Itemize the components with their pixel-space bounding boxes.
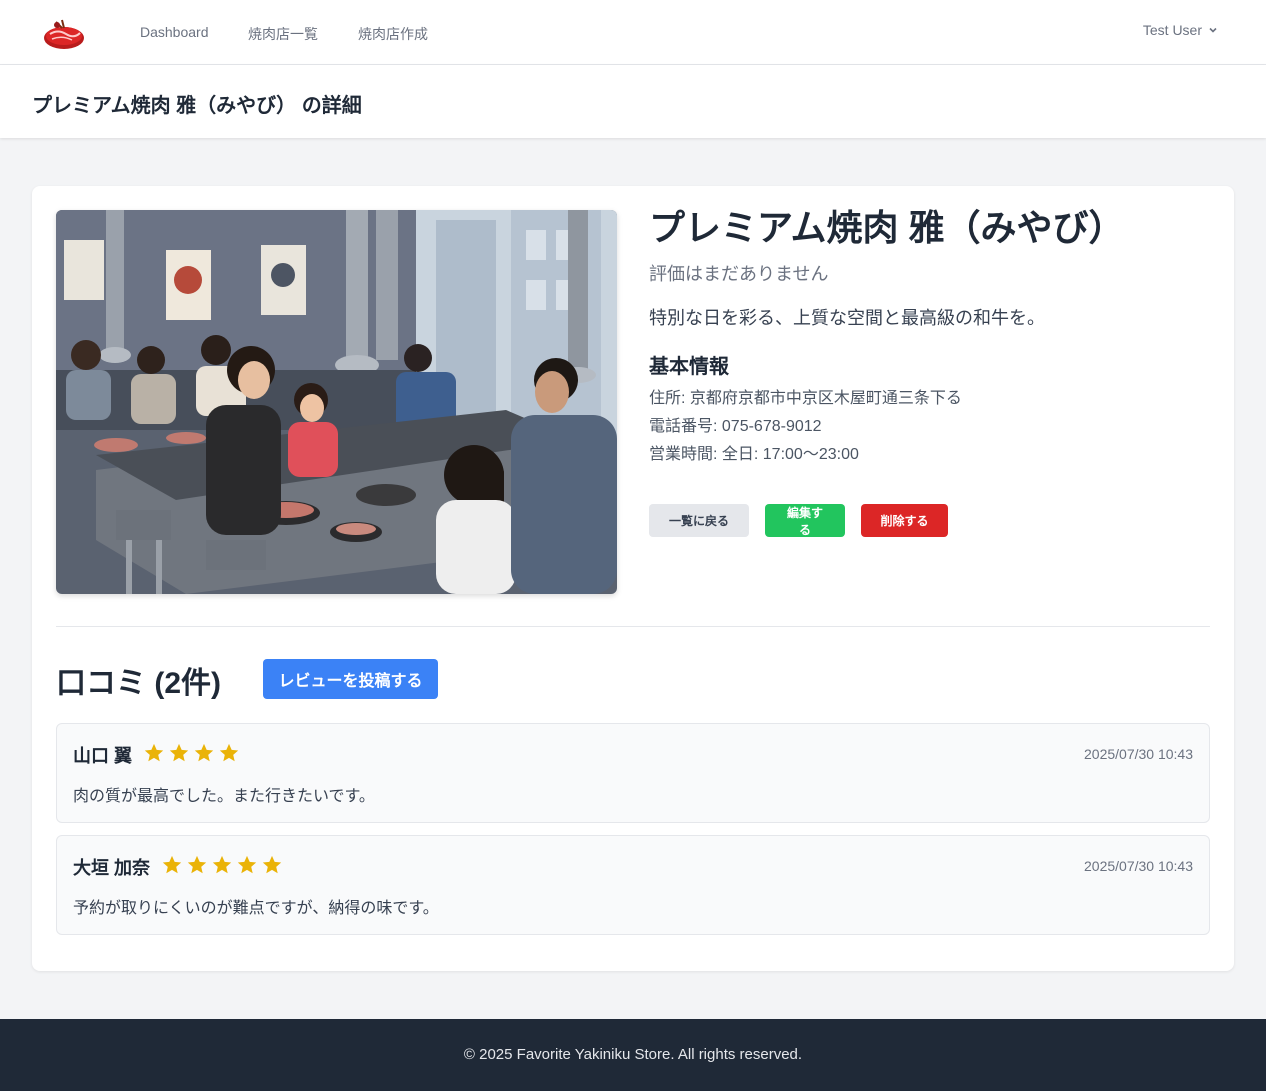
review-card: 大垣 加奈 2025/07/30 10:43 予約が取りにくいのが難点ですが、納… (56, 835, 1210, 935)
top-navigation: Dashboard 焼肉店一覧 焼肉店作成 Test User (0, 0, 1266, 65)
star-icon (162, 855, 182, 874)
star-icon (219, 743, 239, 762)
user-name: Test User (1142, 22, 1202, 38)
review-date: 2025/07/30 10:43 (1084, 858, 1193, 874)
star-icon (262, 855, 282, 874)
reviews-heading: 口コミ (2件) (56, 667, 221, 700)
delete-button[interactable]: 削除する (861, 504, 948, 537)
store-detail-card: プレミアム焼肉 雅（みやび） 評価はまだありません 特別な日を彩る、上質な空間と… (32, 186, 1234, 971)
back-to-list-button[interactable]: 一覧に戻る (649, 504, 749, 537)
reviewer-name: 山口 翼 (73, 746, 133, 766)
edit-button[interactable]: 編集する (765, 504, 845, 537)
star-rating (143, 742, 240, 764)
star-icon (194, 743, 214, 762)
store-hours: 営業時間: 全日: 17:00〜23:00 (649, 446, 859, 463)
store-info: プレミアム焼肉 雅（みやび） 評価はまだありません 特別な日を彩る、上質な空間と… (649, 206, 1209, 469)
review-date: 2025/07/30 10:43 (1084, 746, 1193, 762)
nav-link-store-list[interactable]: 焼肉店一覧 (248, 24, 318, 44)
nav-link-store-create[interactable]: 焼肉店作成 (358, 24, 428, 44)
meat-logo-icon[interactable] (42, 14, 86, 52)
star-icon (237, 855, 257, 874)
star-icon (212, 855, 232, 874)
reviewer-name: 大垣 加奈 (73, 858, 151, 878)
section-divider (56, 626, 1210, 627)
chevron-down-icon (1209, 27, 1217, 33)
store-address: 住所: 京都府京都市中京区木屋町通三条下る (649, 390, 962, 407)
store-photo (56, 210, 617, 594)
store-description: 特別な日を彩る、上質な空間と最高級の和牛を。 (649, 308, 1045, 328)
footer: © 2025 Favorite Yakiniku Store. All righ… (0, 1019, 1266, 1091)
footer-copyright: © 2025 Favorite Yakiniku Store. All righ… (463, 1046, 803, 1063)
star-rating (161, 854, 283, 876)
review-card: 山口 翼 2025/07/30 10:43 肉の質が最高でした。また行きたいです… (56, 723, 1210, 823)
review-text: 予約が取りにくいのが難点ですが、納得の味です。 (73, 900, 439, 917)
basic-info-heading: 基本情報 (649, 356, 729, 378)
nav-link-dashboard[interactable]: Dashboard (140, 24, 209, 40)
store-phone: 電話番号: 075-678-9012 (649, 418, 822, 435)
basic-info-list: 住所: 京都府京都市中京区木屋町通三条下る 電話番号: 075-678-9012… (649, 385, 1209, 469)
review-text: 肉の質が最高でした。また行きたいです。 (73, 788, 375, 805)
action-buttons: 一覧に戻る 編集する 削除する (649, 504, 948, 537)
star-icon (169, 743, 189, 762)
page-title: プレミアム焼肉 雅（みやび） の詳細 (32, 95, 362, 117)
user-menu-dropdown[interactable]: Test User (1143, 22, 1218, 38)
page-header: プレミアム焼肉 雅（みやび） の詳細 (0, 65, 1266, 138)
post-review-button[interactable]: レビューを投稿する (263, 659, 438, 699)
store-name: プレミアム焼肉 雅（みやび） (649, 207, 1125, 248)
star-icon (144, 743, 164, 762)
rating-status: 評価はまだありません (649, 264, 829, 284)
star-icon (187, 855, 207, 874)
